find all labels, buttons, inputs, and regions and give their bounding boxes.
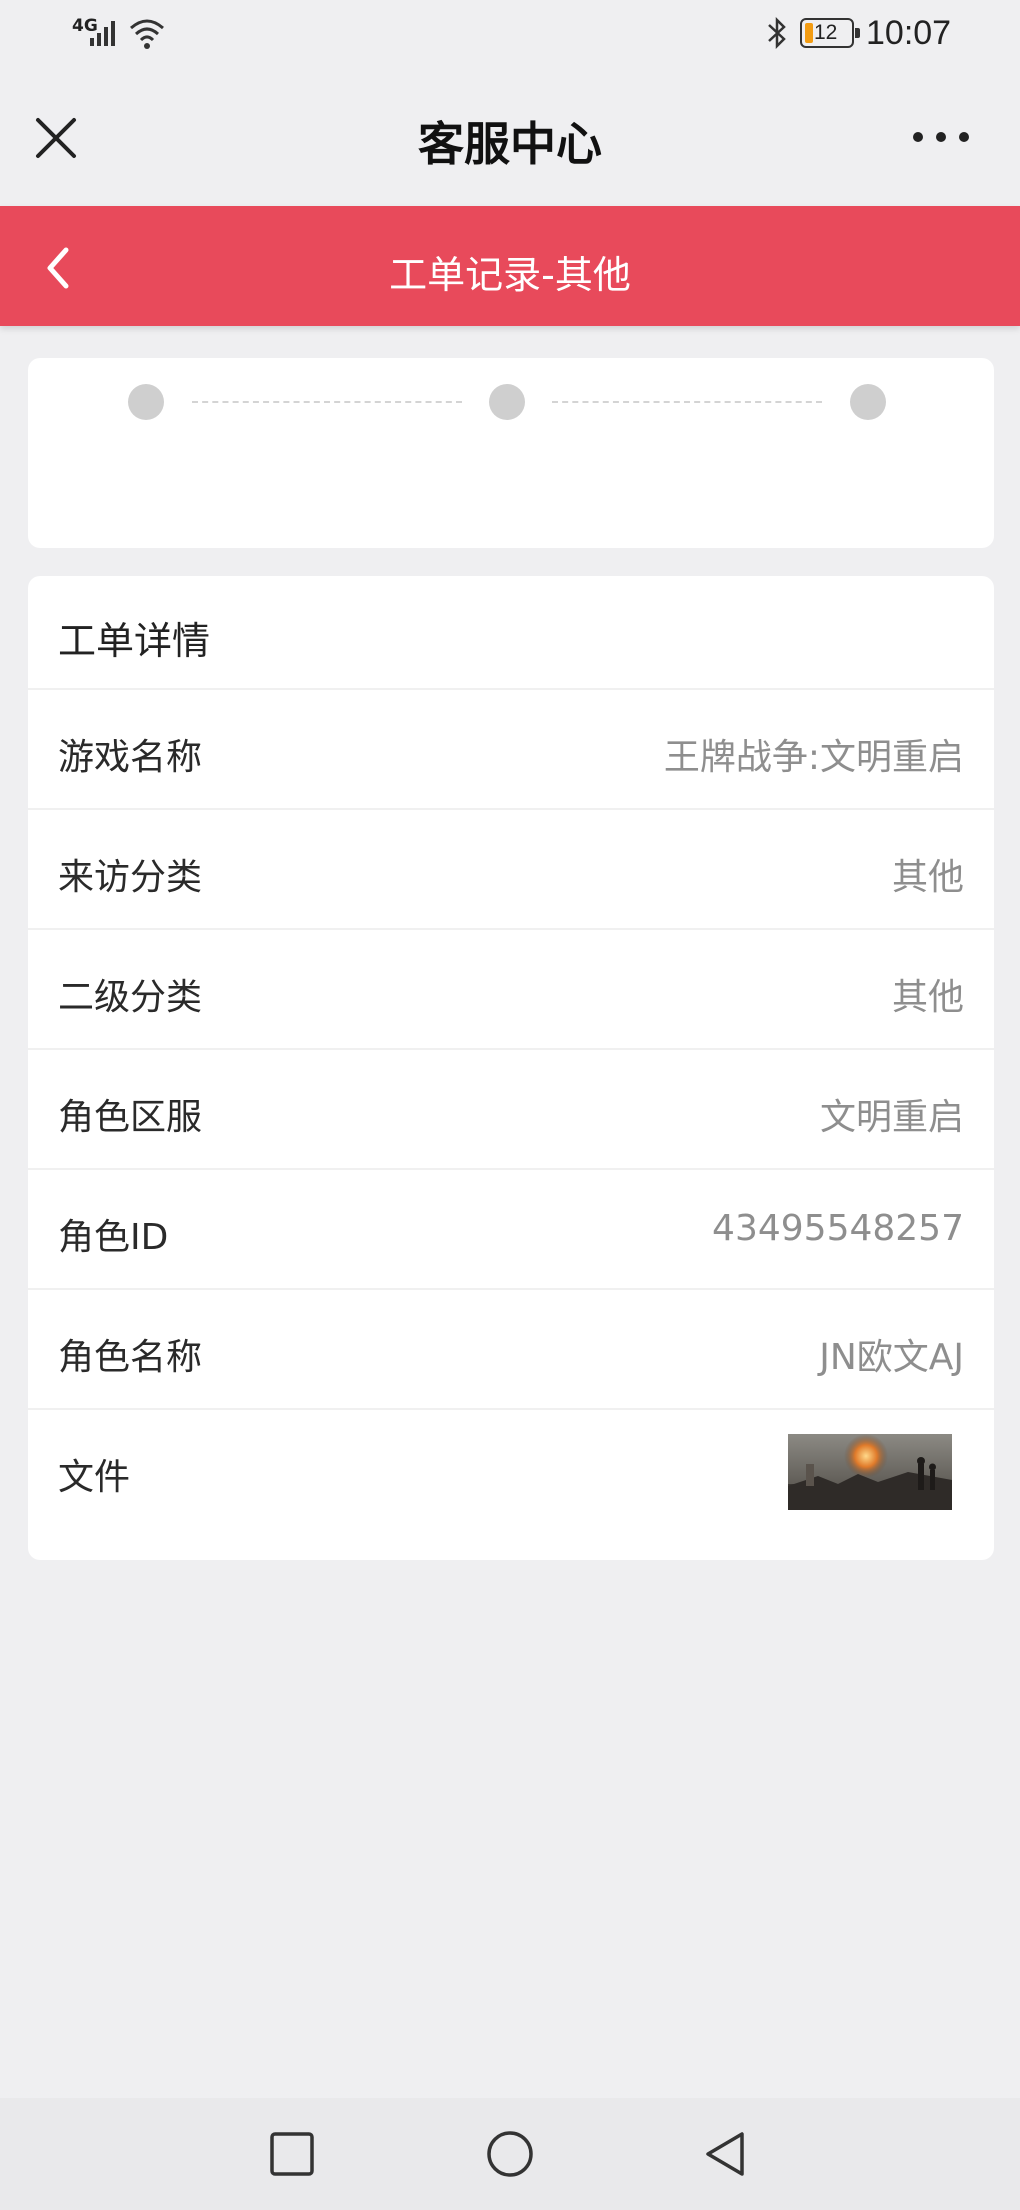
detail-row-label: 来访分类 xyxy=(58,857,203,898)
detail-row-role-name: 角色名称 JN欧文AJ xyxy=(28,1290,994,1410)
detail-row-value: 其他 xyxy=(891,977,964,1018)
detail-row-value: 其他 xyxy=(891,857,964,898)
detail-row-file: 文件 xyxy=(28,1408,994,1560)
detail-row-label: 二级分类 xyxy=(58,977,203,1018)
detail-row-sub-category: 二级分类 其他 xyxy=(28,930,994,1050)
ticket-header: 工单记录-其他 xyxy=(0,206,1020,326)
triangle-back-icon[interactable] xyxy=(700,2128,752,2180)
clock-time: 10:07 xyxy=(866,14,952,52)
detail-row-value: 文明重启 xyxy=(819,1097,964,1138)
bluetooth-icon xyxy=(768,16,786,50)
detail-row-value: 王牌战争:文明重启 xyxy=(663,737,964,778)
progress-step-3-dot xyxy=(850,384,886,420)
detail-row-role-id: 角色ID 43495548257 xyxy=(28,1170,994,1290)
ticket-detail-card: 工单详情 游戏名称 王牌战争:文明重启 来访分类 其他 二级分类 其他 角色区服… xyxy=(28,576,994,1560)
detail-row-server: 角色区服 文明重启 xyxy=(28,1050,994,1170)
wifi-icon xyxy=(130,19,164,49)
more-dots-icon[interactable] xyxy=(906,122,976,152)
detail-row-label: 游戏名称 xyxy=(58,737,203,778)
battery-tip xyxy=(855,28,860,38)
detail-card-title: 工单详情 xyxy=(58,619,211,663)
progress-connector-1 xyxy=(192,401,462,403)
detail-row-value: JN欧文AJ xyxy=(819,1337,964,1378)
progress-step-2-dot xyxy=(489,384,525,420)
game-screenshot-thumbnail[interactable] xyxy=(788,1434,952,1510)
progress-connector-2 xyxy=(552,401,822,403)
battery-icon: 12 xyxy=(800,18,860,48)
system-nav-bar xyxy=(0,2098,1020,2210)
title-bar: 客服中心 xyxy=(0,72,1020,206)
detail-row-label: 角色名称 xyxy=(58,1337,203,1378)
detail-row-label: 角色ID xyxy=(58,1217,169,1258)
battery-fill xyxy=(805,23,813,43)
square-recent-apps-icon[interactable] xyxy=(266,2128,318,2180)
page-title: 客服中心 xyxy=(418,117,602,171)
progress-card xyxy=(28,358,994,548)
detail-row-visit-category: 来访分类 其他 xyxy=(28,810,994,930)
header-title: 工单记录-其他 xyxy=(389,253,631,297)
status-bar: 4G 12 10:07 xyxy=(0,0,1020,72)
page: 4G 12 10:07 客服中心 工单记录-其他 工单详情 游戏名称 王牌战争:… xyxy=(0,0,1020,2210)
detail-row-label: 文件 xyxy=(58,1457,131,1498)
detail-row-game-name: 游戏名称 王牌战争:文明重启 xyxy=(28,690,994,810)
detail-row-label: 角色区服 xyxy=(58,1097,203,1138)
detail-row-value: 43495548257 xyxy=(712,1208,964,1249)
circle-home-icon[interactable] xyxy=(484,2128,536,2180)
progress-step-1-dot xyxy=(128,384,164,420)
signal-icon xyxy=(90,21,115,46)
battery-level: 12 xyxy=(814,21,838,44)
